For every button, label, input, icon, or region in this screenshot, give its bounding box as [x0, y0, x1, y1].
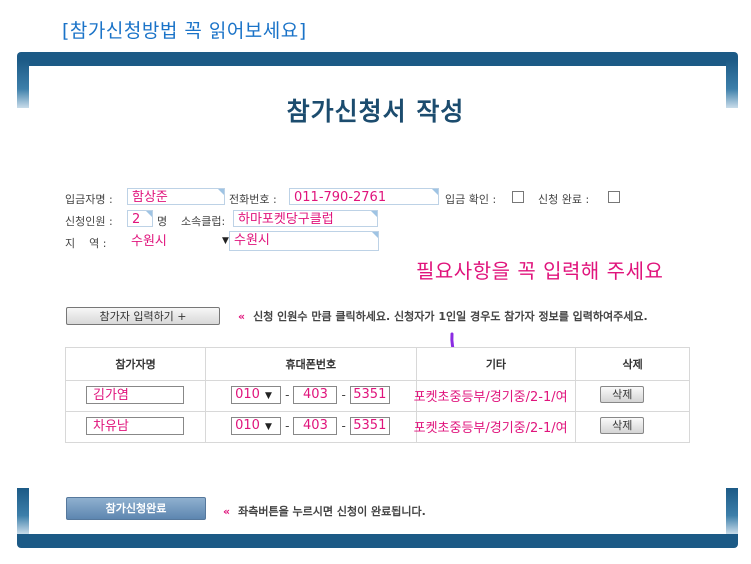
delete-button[interactable]: 삭제: [600, 386, 645, 403]
table-row: 김가염 010 ▼ -403-5351 포켓초중등부/경기중/2-1/여 삭제: [64, 380, 690, 412]
club-field[interactable]: 하마포켓당구클럽: [233, 210, 378, 227]
phone-prefix-value: 010: [235, 387, 260, 402]
submit-application-button[interactable]: 참가신청완료: [66, 497, 206, 520]
submit-guide: « 좌측버튼을 누르시면 신청이 완료됩니다.: [223, 503, 426, 519]
delete-button[interactable]: 삭제: [600, 417, 645, 434]
phone-prefix-select[interactable]: 010 ▼: [231, 417, 282, 435]
phone-field[interactable]: 011-790-2761: [289, 188, 439, 205]
add-participant-guide: « 신청 인원수 만큼 클릭하세요. 신청자가 1인일 경우도 참가자 정보를 입…: [238, 308, 648, 324]
deposit-confirm-label: 입금 확인 :: [445, 193, 497, 206]
add-participant-guide-text: 신청 인원수 만큼 클릭하세요. 신청자가 1인일 경우도 참가자 정보를 입력…: [253, 310, 648, 323]
apply-complete-checkbox[interactable]: [608, 191, 620, 203]
phone-label: 전화번호 :: [229, 193, 277, 206]
phone-prefix-value: 010: [235, 418, 260, 433]
header-name: 참가자명: [64, 347, 207, 381]
header-etc: 기타: [415, 347, 577, 381]
participant-etc-input[interactable]: 포켓초중등부/경기중/2-1/여: [414, 417, 568, 436]
chevron-down-icon: ▼: [264, 422, 272, 432]
frame-top-band: [17, 52, 738, 66]
participant-name-input[interactable]: 차유남: [86, 417, 184, 435]
apply-complete-label: 신청 완료 :: [538, 193, 590, 206]
headcount-unit: 명: [157, 215, 168, 228]
phone-dash: -: [285, 388, 290, 402]
header-phone: 휴대폰번호: [205, 347, 417, 381]
region-label: 지 역 :: [65, 237, 107, 250]
chevron-down-icon: ▼: [222, 236, 229, 246]
table-row: 차유남 010 ▼ -403-5351 포켓초중등부/경기중/2-1/여 삭제: [64, 411, 690, 443]
depositor-field[interactable]: 함상준: [127, 188, 225, 205]
phone-dash: -: [341, 419, 346, 433]
frame-bottom-band: [17, 534, 738, 548]
chevron-down-icon: ▼: [264, 391, 272, 401]
frame-right-edge: [726, 488, 738, 534]
deposit-confirm-checkbox[interactable]: [512, 191, 524, 203]
page-title: 참가신청서 작성: [286, 97, 465, 126]
phone-prefix-select[interactable]: 010 ▼: [231, 386, 282, 404]
double-chevron-left-icon: «: [223, 505, 231, 518]
notice-message: 필요사항을 꼭 입력해 주세요: [416, 259, 664, 283]
guide-link[interactable]: [참가신청방법 꼭 읽어보세요]: [62, 16, 307, 43]
participant-phone: 010 ▼ -403-5351: [231, 417, 390, 435]
phone-middle-input[interactable]: 403: [293, 417, 338, 435]
submit-guide-text: 좌측버튼을 누르시면 신청이 완료됩니다.: [238, 505, 426, 518]
phone-dash: -: [285, 419, 290, 433]
double-chevron-left-icon: «: [238, 310, 246, 323]
phone-middle-input[interactable]: 403: [293, 386, 338, 404]
phone-last-input[interactable]: 5351: [349, 417, 390, 435]
table-header-row: 참가자명 휴대폰번호 기타 삭제: [64, 347, 690, 381]
phone-dash: -: [341, 388, 346, 402]
region-detail-field[interactable]: 수원시: [229, 231, 379, 251]
headcount-label: 신청인원 :: [65, 215, 113, 228]
header-delete: 삭제: [575, 347, 690, 381]
region-select[interactable]: 수원시 ▼: [131, 233, 229, 250]
participant-phone: 010 ▼ -403-5351: [231, 386, 390, 404]
participant-name-input[interactable]: 김가염: [86, 386, 184, 404]
participants-table: 참가자명 휴대폰번호 기타 삭제 김가염 010 ▼ -403-5351 포켓초중등…: [64, 347, 690, 443]
phone-last-input[interactable]: 5351: [349, 386, 390, 404]
participant-etc-input[interactable]: 포켓초중등부/경기중/2-1/여: [414, 386, 568, 405]
frame-left-edge: [17, 488, 29, 534]
headcount-field[interactable]: 2: [127, 210, 153, 227]
club-label: 소속클럽:: [181, 215, 226, 228]
region-select-value: 수원시: [131, 234, 167, 249]
add-participant-button[interactable]: 참가자 입력하기 +: [66, 307, 220, 325]
depositor-label: 입금자명 :: [65, 193, 113, 206]
